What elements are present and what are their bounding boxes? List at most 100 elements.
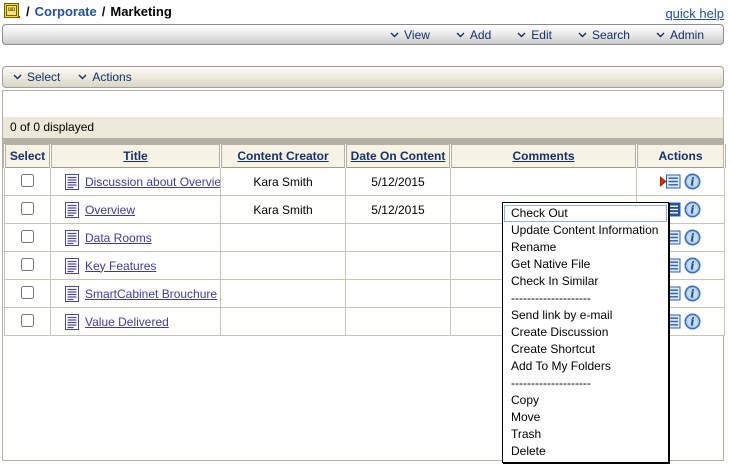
table-row: Discussion about Overview Kara Smith 5/1… <box>4 167 725 196</box>
context-menu-item[interactable]: Delete <box>504 443 667 460</box>
context-menu-item[interactable]: Rename <box>504 239 667 256</box>
context-menu-item: -------------------- <box>511 291 591 305</box>
title-cell: Data Rooms <box>50 223 221 252</box>
content-creator-cell: Kara Smith <box>220 167 346 196</box>
top-menubar: View Add Edit Search Admin <box>2 24 724 45</box>
row-checkbox[interactable] <box>21 285 34 299</box>
document-icon <box>65 201 79 218</box>
title-link[interactable]: Discussion about Overview <box>85 175 220 189</box>
menubar-menu-label: Edit <box>531 27 552 42</box>
select-cell <box>4 167 51 196</box>
context-menu-item[interactable]: Send link by e-mail <box>504 307 667 324</box>
date-on-content-cell <box>345 251 451 280</box>
cabinet-icon <box>4 3 21 20</box>
row-checkbox[interactable] <box>21 201 34 215</box>
selection-bar: Select Actions <box>2 66 724 88</box>
row-checkbox[interactable] <box>21 229 34 243</box>
title-link[interactable]: SmartCabinet Brouchure <box>85 287 217 301</box>
menubar-menu-label: Search <box>591 27 630 42</box>
row-checkbox[interactable] <box>21 313 34 327</box>
menubar-menu-label: Admin <box>669 27 704 42</box>
context-menu-item[interactable]: Add To My Folders <box>504 358 667 375</box>
title-link[interactable]: Overview <box>85 203 135 217</box>
context-menu-item[interactable]: Create Shortcut <box>504 341 667 358</box>
selection-bar-menu-label: Actions <box>92 70 132 84</box>
content-info-icon[interactable]: i <box>684 257 701 274</box>
content-info-icon[interactable]: i <box>684 201 701 218</box>
table-header-row: Select Title Content Creator Date On Con… <box>3 144 726 168</box>
select-cell <box>4 307 51 336</box>
content-info-icon[interactable]: i <box>684 173 701 190</box>
column-header-label: Actions <box>658 149 703 163</box>
context-menu-item[interactable]: Check In Similar <box>504 273 667 290</box>
column-header[interactable]: Title <box>49 144 222 168</box>
column-header: Actions <box>635 144 726 168</box>
selection-bar-menu[interactable]: Select <box>9 70 74 84</box>
document-icon <box>65 285 79 302</box>
title-cell: Value Delivered <box>50 307 221 336</box>
title-link[interactable]: Data Rooms <box>85 231 152 245</box>
row-checkbox[interactable] <box>21 173 34 187</box>
select-cell <box>4 195 51 224</box>
menubar-menu[interactable]: Search <box>565 28 643 42</box>
select-cell <box>4 279 51 308</box>
context-menu-item: -------------------- <box>511 376 591 390</box>
document-icon <box>65 257 79 274</box>
column-header-label: Comments <box>512 149 575 163</box>
chevron-down-icon <box>456 32 465 38</box>
context-menu-item[interactable]: Check Out <box>504 205 667 222</box>
breadcrumb-item-corporate[interactable]: Corporate <box>35 4 97 19</box>
menubar-menu[interactable]: Add <box>443 28 504 42</box>
document-icon <box>65 229 79 246</box>
select-cell <box>4 223 51 252</box>
column-header-label: Select <box>9 149 46 163</box>
content-creator-cell: Kara Smith <box>220 195 346 224</box>
document-icon <box>65 313 79 330</box>
menubar-menu[interactable]: Admin <box>643 28 717 42</box>
quick-help-link[interactable]: quick help <box>665 6 724 21</box>
chevron-down-icon <box>578 32 587 38</box>
content-creator-cell <box>220 251 346 280</box>
comments-cell <box>450 167 637 196</box>
context-menu-item[interactable]: Copy <box>504 392 667 409</box>
date-on-content-cell: 5/12/2015 <box>345 195 451 224</box>
column-header[interactable]: Date On Content <box>344 144 452 168</box>
content-creator-cell <box>220 307 346 336</box>
context-menu-item[interactable]: Move <box>504 409 667 426</box>
row-checkbox[interactable] <box>21 257 34 271</box>
column-header[interactable]: Content Creator <box>219 144 347 168</box>
chevron-down-icon <box>656 32 665 38</box>
title-link[interactable]: Key Features <box>85 259 156 273</box>
breadcrumb-item-marketing: Marketing <box>110 4 172 19</box>
menubar-menu[interactable]: View <box>377 28 443 42</box>
chevron-down-icon <box>78 74 87 80</box>
selection-bar-menu[interactable]: Actions <box>74 70 145 84</box>
title-cell: SmartCabinet Brouchure <box>50 279 221 308</box>
menubar-menu[interactable]: Edit <box>504 28 565 42</box>
context-menu-item[interactable]: Get Native File <box>504 256 667 273</box>
menubar-menu-label: View <box>404 27 430 42</box>
svg-text:i: i <box>690 260 694 273</box>
context-menu-item[interactable]: Create Discussion <box>504 324 667 341</box>
column-header-label: Content Creator <box>237 149 329 163</box>
content-info-icon[interactable]: i <box>684 285 701 302</box>
date-on-content-cell: 5/12/2015 <box>345 167 451 196</box>
content-info-icon[interactable]: i <box>684 313 701 330</box>
item-actions-menu-icon[interactable] <box>660 174 681 189</box>
chevron-down-icon <box>390 32 399 38</box>
item-count-bar: 0 of 0 displayed <box>3 117 723 138</box>
context-menu-item[interactable]: Update Content Information <box>504 222 667 239</box>
title-link[interactable]: Value Delivered <box>85 315 169 329</box>
title-cell: Overview <box>50 195 221 224</box>
svg-text:i: i <box>690 316 694 329</box>
date-on-content-cell <box>345 279 451 308</box>
title-cell: Key Features <box>50 251 221 280</box>
column-header[interactable]: Comments <box>449 144 638 168</box>
breadcrumb-separator: / <box>26 4 30 19</box>
context-menu-item[interactable]: Trash <box>504 426 667 443</box>
column-header-label: Title <box>123 149 148 163</box>
content-info-icon[interactable]: i <box>684 229 701 246</box>
svg-text:i: i <box>690 232 694 245</box>
date-on-content-cell <box>345 223 451 252</box>
content-creator-cell <box>220 279 346 308</box>
